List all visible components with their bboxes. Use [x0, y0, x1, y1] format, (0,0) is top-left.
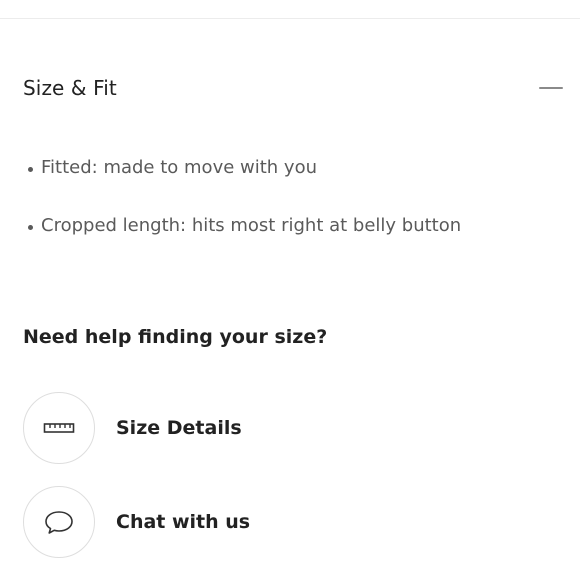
size-details-label[interactable]: Size Details	[116, 417, 242, 439]
list-item-text: Fitted: made to move with you	[41, 157, 318, 178]
list-item: Cropped length: hits most right at belly…	[24, 209, 504, 243]
ruler-icon	[43, 423, 75, 433]
size-details-button[interactable]: Size Details	[23, 392, 323, 464]
help-heading: Need help finding your size?	[23, 326, 328, 348]
fit-details-list: Fitted: made to move with you Cropped le…	[24, 151, 504, 243]
chat-icon-circle[interactable]	[23, 486, 95, 558]
list-item-text: Cropped length: hits most right at belly…	[41, 215, 462, 236]
chat-with-us-button[interactable]: Chat with us	[23, 486, 323, 558]
size-fit-section: Size & Fit Fitted: made to move with you…	[0, 19, 580, 580]
chat-bubble-icon	[45, 511, 73, 534]
size-fit-accordion-header[interactable]: Size & Fit	[23, 71, 563, 105]
section-title: Size & Fit	[23, 76, 117, 100]
list-item: Fitted: made to move with you	[24, 151, 504, 185]
chat-with-us-label[interactable]: Chat with us	[116, 511, 250, 533]
minus-icon[interactable]	[539, 76, 563, 100]
size-details-icon-circle[interactable]	[23, 392, 95, 464]
